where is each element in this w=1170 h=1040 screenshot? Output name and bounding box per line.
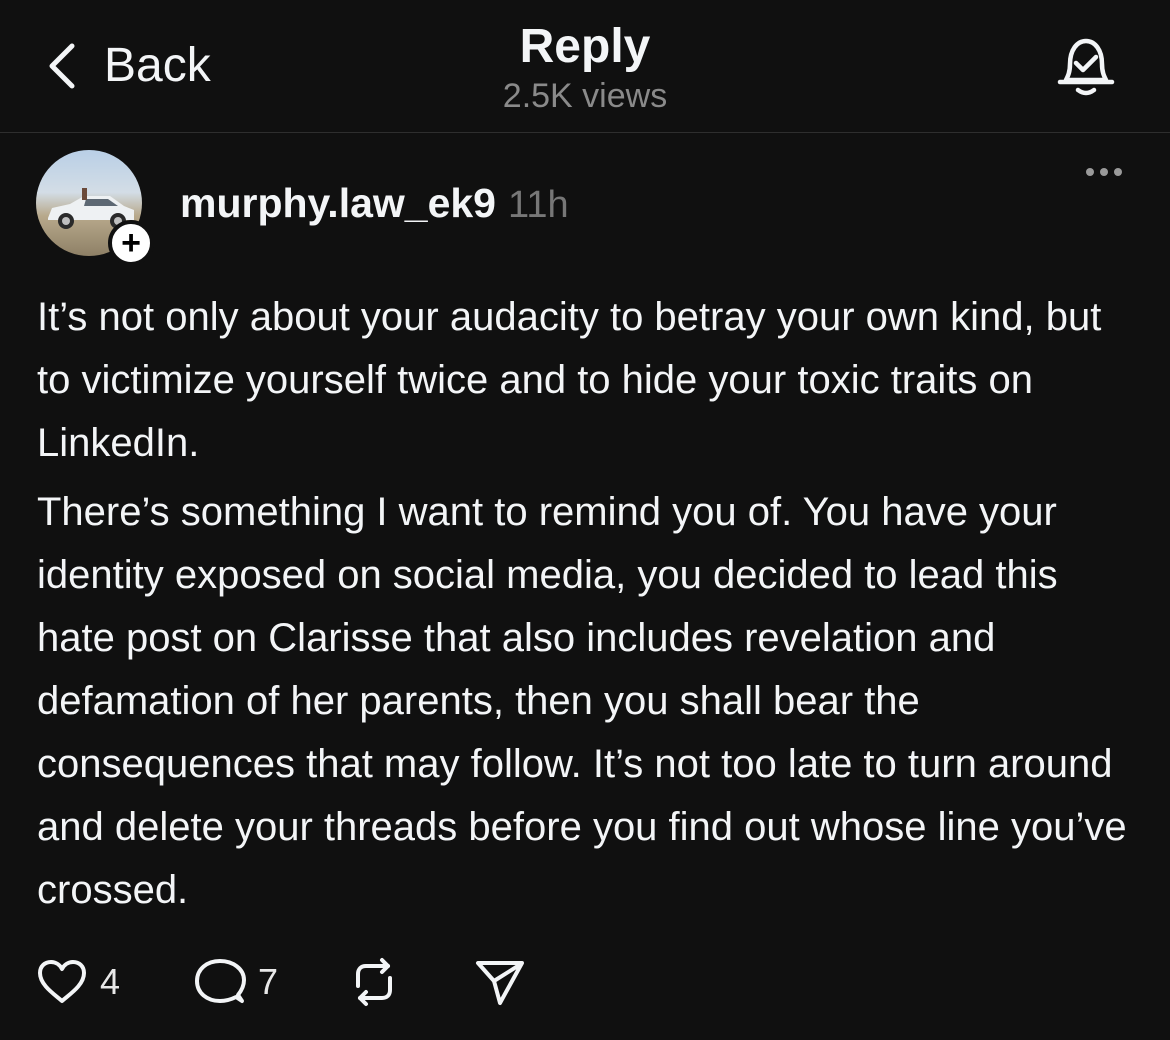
- post-text: It’s not only about your audacity to bet…: [37, 286, 1137, 922]
- bell-check-icon: [1057, 38, 1115, 96]
- like-count: 4: [100, 961, 121, 1002]
- reply-button[interactable]: 7: [194, 957, 278, 1007]
- heart-icon: [38, 960, 86, 1003]
- action-bar: 4 7: [36, 954, 526, 1010]
- post-paragraph: There’s something I want to remind you o…: [37, 490, 1127, 912]
- reply-count: 7: [258, 961, 279, 1002]
- more-options-button[interactable]: [1084, 164, 1124, 180]
- view-count: 2.5K views: [502, 77, 668, 115]
- notification-button[interactable]: [1054, 34, 1118, 100]
- top-bar: Back Reply 2.5K views: [0, 0, 1170, 133]
- header-title-group: Reply 2.5K views: [0, 20, 1170, 116]
- like-button[interactable]: 4: [36, 958, 120, 1006]
- author-avatar-group: +: [36, 150, 154, 266]
- post-meta: murphy.law_ek9 11h: [180, 180, 569, 227]
- repost-button[interactable]: [348, 956, 400, 1008]
- follow-button[interactable]: +: [108, 220, 154, 266]
- more-horizontal-icon: [1086, 168, 1122, 176]
- username[interactable]: murphy.law_ek9: [180, 180, 496, 227]
- comment-icon: [195, 959, 247, 1003]
- post-paragraph: It’s not only about your audacity to bet…: [37, 295, 1102, 465]
- repost-icon: [356, 958, 393, 1006]
- post-time: 11h: [508, 184, 569, 226]
- page-title: Reply: [519, 20, 651, 73]
- send-icon: [476, 961, 525, 1005]
- share-button[interactable]: [474, 957, 526, 1007]
